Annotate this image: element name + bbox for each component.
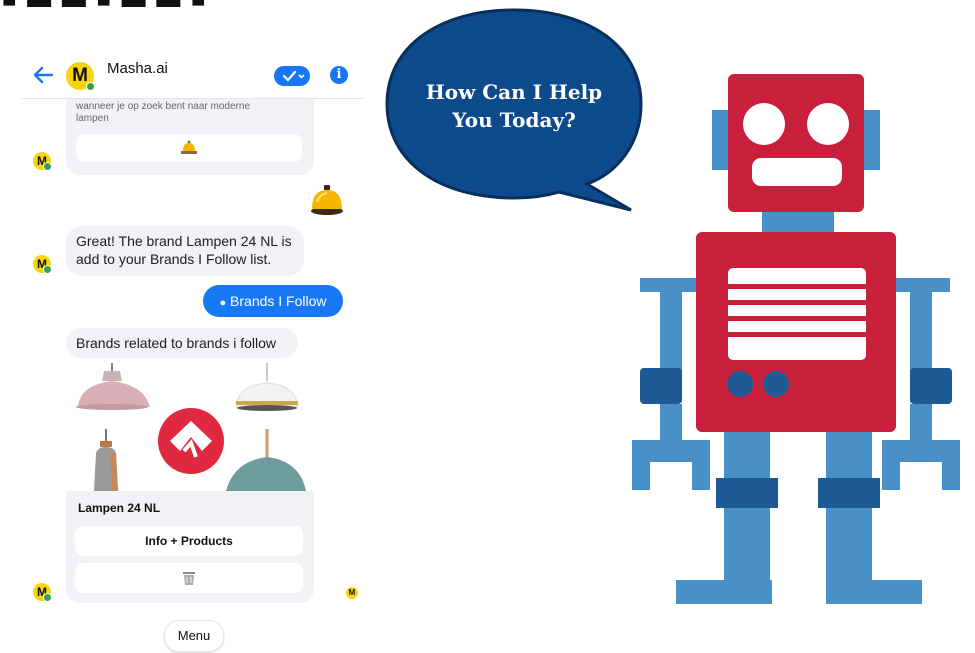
- bot-avatar[interactable]: M: [66, 62, 95, 91]
- quick-reply-label: Brands I Follow: [230, 293, 327, 309]
- brands-i-follow-reply[interactable]: ● Brands I Follow: [203, 285, 343, 317]
- chat-header: M Masha.ai i: [22, 52, 364, 99]
- speech-line-2: You Today?: [452, 108, 576, 132]
- delete-button[interactable]: [75, 563, 303, 593]
- speech-text: How Can I Help You Today?: [383, 78, 645, 134]
- brand-card-footer: Lampen 24 NL Info + Products: [66, 491, 314, 603]
- bell-icon: [181, 140, 197, 154]
- seen-avatar: M: [346, 587, 358, 599]
- info-products-button[interactable]: Info + Products: [75, 526, 303, 556]
- bot-avatar-small: M: [33, 152, 52, 171]
- back-arrow-icon[interactable]: [32, 64, 54, 86]
- bot-avatar-small: M: [33, 255, 52, 274]
- bot-avatar-small: M: [33, 583, 52, 602]
- menu-button[interactable]: Menu: [164, 620, 224, 652]
- card-text: wanneer je op zoek bent naar moderne lam…: [76, 101, 251, 124]
- pin-icon: ●: [219, 297, 227, 309]
- avatar-letter: M: [72, 65, 88, 86]
- previous-card: wanneer je op zoek bent naar moderne lam…: [66, 99, 314, 175]
- bell-button[interactable]: [76, 134, 302, 162]
- robot-illustration: [632, 74, 960, 604]
- check-icon: [282, 70, 305, 82]
- bell-icon: [311, 185, 343, 215]
- lamps-image: [76, 363, 306, 491]
- trash-icon: [183, 572, 195, 585]
- brand-image[interactable]: [66, 363, 314, 491]
- info-icon[interactable]: i: [330, 66, 348, 84]
- confirm-message: Great! The brand Lampen 24 NL is add to …: [66, 226, 304, 276]
- verified-check-button[interactable]: [274, 66, 310, 86]
- related-message: Brands related to brands i follow: [66, 328, 298, 358]
- speech-line-1: How Can I Help: [425, 80, 603, 104]
- brand-title: Lampen 24 NL: [78, 501, 161, 515]
- online-indicator: [86, 82, 95, 91]
- bot-name[interactable]: Masha.ai: [107, 60, 168, 77]
- brand-card[interactable]: Lampen 24 NL Info + Products: [66, 363, 314, 603]
